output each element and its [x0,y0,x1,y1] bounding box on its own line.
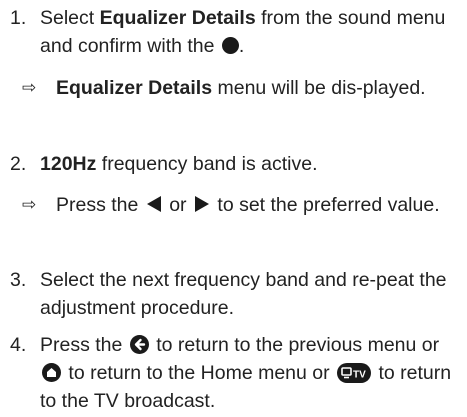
result-1: ⇨ Equalizer Details menu will be dis-pla… [0,74,467,134]
step-number: 4. [10,334,27,356]
result-arrow-icon: ⇨ [22,78,37,98]
step-text: Select Equalizer Details from the sound … [40,7,446,57]
step-number: 1. [10,7,27,29]
step-3: 3. Select the next frequency band and re… [0,266,467,326]
frequency-band: 120Hz [40,153,97,175]
result-text: Press the or to set the preferred value. [56,194,440,216]
step-4: 4. Press the to return to the previous m… [0,331,467,417]
step-2: 2. 120Hz frequency band is active. [0,150,467,180]
tv-button-icon: TV [337,363,372,383]
ok-button-icon [221,37,239,54]
step-1: 1. Select Equalizer Details from the sou… [0,4,467,64]
step-text: Select the next frequency band and re-pe… [40,269,447,319]
result-text: Equalizer Details menu will be dis-playe… [56,77,426,99]
step-text: Press the to return to the previous menu… [40,334,452,412]
result-2: ⇨ Press the or to set the preferred valu… [0,191,467,251]
step-number: 2. [10,153,27,175]
result-arrow-icon: ⇨ [22,195,37,215]
step-number: 3. [10,269,27,291]
back-button-icon [129,335,149,354]
menu-item-name: Equalizer Details [99,7,256,29]
right-arrow-icon [194,196,209,212]
home-button-icon [42,363,61,382]
svg-text:TV: TV [353,370,366,381]
left-arrow-icon [146,196,161,212]
step-text: 120Hz frequency band is active. [40,153,318,175]
